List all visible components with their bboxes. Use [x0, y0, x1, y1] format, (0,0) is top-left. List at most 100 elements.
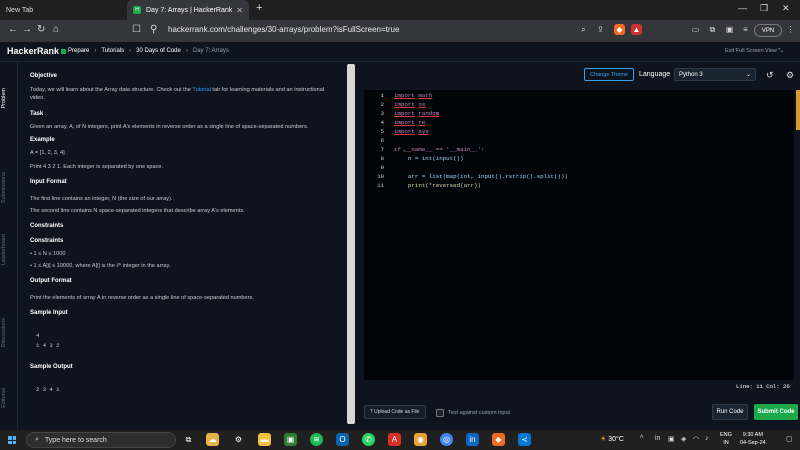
widgets-icon[interactable]: ☁ — [206, 433, 219, 446]
tray-app-icon[interactable]: ▣ — [668, 435, 675, 443]
tab-leaderboard[interactable]: Leaderboard — [1, 234, 17, 265]
sample-input-line-2: 1 4 3 2 — [36, 342, 60, 349]
whatsapp-icon[interactable]: ✆ — [362, 433, 375, 446]
problem-statement-panel: Objective Today, we will learn about the… — [18, 62, 346, 430]
code-line: import re — [394, 119, 426, 126]
line-number: 9 — [380, 164, 384, 171]
example-heading: Example — [30, 137, 55, 143]
chevron-down-icon: ⌄ — [745, 72, 751, 78]
submit-code-button[interactable]: Submit Code — [754, 404, 798, 420]
hackerrank-favicon-icon: H — [133, 6, 141, 14]
minimize-icon[interactable]: — — [738, 3, 747, 13]
line-number: 10 — [377, 173, 384, 180]
example-print-text: Print 4 3 2 1. Each integer is separated… — [30, 164, 164, 170]
weather-widget[interactable]: ☀ 30°C — [600, 435, 624, 443]
run-code-button[interactable]: Run Code — [712, 404, 748, 420]
tab-problem[interactable]: Problem — [1, 88, 17, 108]
tab-discussions[interactable]: Discussions — [1, 318, 17, 347]
windows-start-icon[interactable] — [8, 436, 16, 444]
sample-output-heading: Sample Output — [30, 364, 73, 370]
chrome-icon[interactable]: ◎ — [440, 433, 453, 446]
file-explorer-icon[interactable]: ▬ — [258, 433, 271, 446]
search-icon[interactable]: ⌕ — [578, 24, 589, 35]
tab-new-tab[interactable]: New Tab — [0, 0, 124, 20]
breadcrumb-separator-icon: › — [185, 48, 188, 54]
constraint-item: • 1 ≤ A[i] ≤ 10000, where A[i] is the iᵗ… — [30, 263, 171, 269]
app-icon[interactable]: ◉ — [414, 433, 427, 446]
scrollbar-thumb[interactable] — [347, 64, 355, 424]
new-tab-button[interactable]: + — [256, 2, 262, 14]
tray-app-icon[interactable]: ◈ — [681, 435, 686, 443]
input-language[interactable]: ENG IN — [720, 432, 732, 447]
tray-chevron-icon[interactable]: ^ — [640, 435, 643, 442]
brave-shields-icon[interactable]: ◆ — [614, 24, 625, 35]
output-format-heading: Output Format — [30, 278, 72, 284]
tutorial-link[interactable]: Tutorial — [192, 87, 210, 93]
taskbar-search-input[interactable]: ⌕ Type here to search — [26, 432, 176, 448]
tab-editorial[interactable]: Editorial — [1, 388, 17, 408]
menu-icon[interactable]: ≡ — [740, 24, 751, 35]
wifi-icon[interactable]: ◠ — [693, 435, 699, 443]
input-format-line-1: The first line contains an integer, N (t… — [30, 196, 173, 202]
url-field[interactable]: hackerrank.com/challenges/30-arrays/prob… — [168, 25, 399, 34]
linkedin-icon[interactable]: in — [466, 433, 479, 446]
tab-day7-arrays[interactable]: H Day 7: Arrays | HackerRank ✕ — [127, 0, 249, 20]
pdf-reader-icon[interactable]: A — [388, 433, 401, 446]
reload-icon[interactable]: ↻ — [37, 24, 45, 35]
breadcrumb-prepare[interactable]: Prepare — [68, 48, 89, 54]
input-format-line-2: The second line contains N space-separat… — [30, 208, 245, 214]
maximize-icon[interactable]: ❐ — [760, 3, 768, 14]
sidebar-icon[interactable]: ▭ — [690, 24, 701, 35]
code-line: import math — [394, 92, 433, 99]
taskbar-clock[interactable]: 9:30 AM 04-Sep-24 — [740, 432, 766, 447]
site-info-icon[interactable]: ⚲ — [150, 24, 157, 35]
volume-icon[interactable]: ♪ — [705, 435, 709, 442]
back-icon[interactable]: ← — [8, 24, 18, 35]
line-number: 4 — [380, 119, 384, 126]
bookmark-icon[interactable]: ☐ — [132, 24, 141, 35]
more-menu-icon[interactable]: ⋮ — [785, 24, 796, 35]
problem-scrollbar[interactable] — [346, 62, 356, 430]
upload-code-button[interactable]: ⤒ Upload Code as File — [364, 405, 426, 419]
settings-gear-icon[interactable]: ⚙ — [232, 433, 245, 446]
vpn-button[interactable]: VPN — [754, 24, 782, 37]
custom-input-checkbox[interactable] — [436, 409, 444, 417]
hackerrank-logo[interactable]: HackerRank — [7, 46, 67, 56]
sample-input-line-1: 4 — [36, 332, 40, 339]
line-number: 3 — [380, 110, 384, 117]
home-icon[interactable]: ⌂ — [53, 24, 59, 35]
close-tab-icon[interactable]: ✕ — [236, 6, 243, 15]
browser-tab-strip: New Tab H Day 7: Arrays | HackerRank ✕ +… — [0, 0, 800, 20]
custom-input-label: Test against custom input — [448, 410, 511, 416]
share-icon[interactable]: ⇪ — [595, 24, 606, 35]
notification-icon[interactable]: ▢ — [786, 435, 793, 443]
vscode-icon[interactable]: ≺ — [518, 433, 531, 446]
exit-fullscreen-link[interactable]: Exit Full Screen View ⤡ — [725, 48, 783, 55]
store-icon[interactable]: ▣ — [284, 433, 297, 446]
brave-icon[interactable]: ◆ — [492, 433, 505, 446]
breadcrumb-tutorials[interactable]: Tutorials — [101, 48, 124, 54]
editor-settings-icon[interactable]: ⚙ — [786, 70, 794, 81]
tab-submissions[interactable]: Submissions — [1, 172, 17, 203]
outlook-icon[interactable]: O — [336, 433, 349, 446]
task-text: Given an array, A, of N integers, print … — [30, 124, 309, 130]
spotify-icon[interactable]: ≋ — [310, 433, 323, 446]
language-select[interactable]: Python 3 ⌄ — [674, 68, 756, 81]
address-bar-row: ← → ↻ ⌂ ☐ ⚲ hackerrank.com/challenges/30… — [0, 20, 800, 42]
wallet-icon[interactable]: ▣ — [724, 24, 735, 35]
forward-icon[interactable]: → — [22, 24, 32, 35]
change-theme-button[interactable]: Change Theme — [584, 68, 634, 81]
breadcrumb-30-days[interactable]: 30 Days of Code — [136, 48, 181, 54]
task-view-icon[interactable]: ⧉ — [182, 433, 195, 446]
code-line: if __name__ == '__main__': — [394, 146, 485, 153]
code-line: import os — [394, 101, 426, 108]
brave-rewards-icon[interactable]: ▲ — [631, 24, 642, 35]
constraints-subheading: Constraints — [30, 238, 64, 244]
objective-heading: Objective — [30, 73, 58, 79]
line-number: 6 — [380, 137, 384, 144]
close-window-icon[interactable]: ✕ — [782, 3, 790, 14]
code-area[interactable]: 1 2 3 4 5 6 7 8 9 10 11 ⌄ import math im… — [364, 90, 794, 380]
reset-code-icon[interactable]: ↺ — [766, 70, 774, 81]
linkedin-tray-icon[interactable]: in — [655, 435, 660, 442]
extensions-icon[interactable]: ⧉ — [707, 24, 718, 35]
